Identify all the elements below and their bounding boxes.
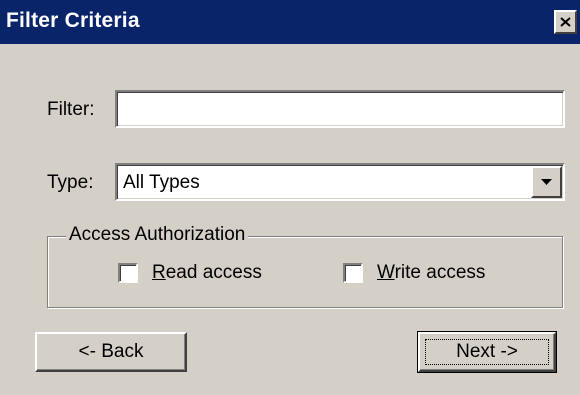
filter-input[interactable] — [115, 90, 565, 128]
next-button-label: Next -> — [456, 341, 518, 362]
write-access-label[interactable]: Write access — [377, 262, 485, 284]
type-selected-value: All Types — [123, 172, 200, 193]
next-button[interactable]: Next -> — [417, 331, 557, 373]
type-label: Type: — [47, 172, 94, 193]
chevron-down-icon — [541, 178, 552, 185]
read-access-label[interactable]: Read access — [152, 262, 262, 284]
access-authorization-group: Access Authorization Read access Write a… — [47, 224, 563, 308]
title-bar[interactable]: Filter Criteria — [0, 0, 580, 44]
filter-criteria-dialog: Filter Criteria Filter: Type: All Types … — [0, 0, 580, 395]
type-dropdown-button[interactable] — [531, 166, 562, 198]
close-icon — [560, 17, 571, 27]
read-access-checkbox[interactable] — [118, 263, 138, 283]
access-authorization-legend: Access Authorization — [66, 224, 249, 246]
dialog-title: Filter Criteria — [6, 9, 140, 32]
close-button[interactable] — [554, 10, 577, 34]
read-access-option[interactable]: Read access — [118, 262, 262, 284]
write-access-checkbox[interactable] — [343, 263, 363, 283]
back-button[interactable]: <- Back — [35, 332, 187, 372]
type-select[interactable]: All Types — [115, 163, 565, 201]
write-access-option[interactable]: Write access — [343, 262, 485, 284]
filter-label: Filter: — [47, 99, 95, 120]
back-button-label: <- Back — [78, 341, 144, 362]
